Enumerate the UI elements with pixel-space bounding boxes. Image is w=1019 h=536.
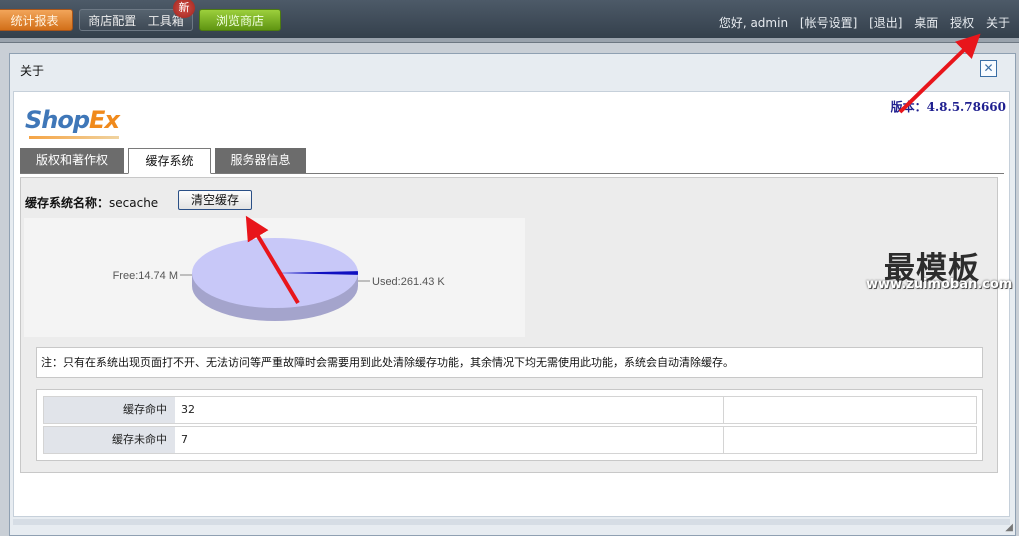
stat-value: 7 [181, 433, 188, 446]
browse-shop-button[interactable]: 浏览商店 [199, 9, 281, 31]
cache-note: 注：只有在系统出现页面打不开、无法访问等严重故障时会需要用到此处清除缓存功能，其… [36, 347, 983, 378]
stats-report-button[interactable]: 统计报表 [0, 9, 73, 31]
watermark-url: www.zuimoban.com [866, 277, 1013, 292]
cache-name-value: secache [109, 196, 159, 210]
stat-label: 缓存未命中 [44, 427, 175, 453]
pie-label-used: Used:261.43 K [372, 276, 445, 288]
top-navigation-bar: 统计报表 商店配置 工具箱 新 浏览商店 您好, admin [帐号设置] [退… [0, 0, 1019, 38]
tab-bar: 版权和著作权 缓存系统 服务器信息 [20, 148, 1004, 174]
close-icon[interactable]: ✕ [980, 60, 997, 77]
logout-link[interactable]: [退出] [869, 16, 902, 30]
pie-chart-svg: Free:14.74 M Used:261.43 K [113, 238, 445, 321]
clear-cache-button[interactable]: 清空缓存 [178, 190, 252, 210]
user-bar: 您好, admin [帐号设置] [退出] 桌面 授权 关于 [711, 14, 1010, 31]
logo-swoosh [29, 136, 119, 139]
cell-divider [723, 427, 724, 453]
logo-text-shop: Shop [25, 106, 90, 134]
about-dialog: 关于 ✕ ShopEx 版本：4.8.5.78660 版权和著作权 缓存系统 服… [9, 53, 1016, 536]
pie-label-free: Free:14.74 M [113, 270, 178, 282]
desktop-link[interactable]: 桌面 [914, 16, 938, 30]
about-link[interactable]: 关于 [986, 16, 1010, 30]
stat-value: 32 [181, 403, 195, 416]
resize-handle-icon[interactable]: ◢ [1005, 522, 1013, 533]
tab-server-info[interactable]: 服务器信息 [215, 148, 306, 173]
license-link[interactable]: 授权 [950, 16, 974, 30]
top-divider [0, 38, 1019, 43]
cache-name-row: 缓存系统名称：secache [25, 194, 158, 211]
shopex-logo: ShopEx [25, 106, 120, 139]
greeting-text: 您好, admin [718, 16, 789, 30]
version-label: 版本：4.8.5.78660 [890, 100, 1006, 114]
stat-label: 缓存命中 [44, 397, 175, 423]
shop-config-label[interactable]: 商店配置 [88, 14, 136, 28]
table-row: 缓存未命中 7 [43, 426, 977, 454]
cache-name-label: 缓存系统名称： [25, 196, 110, 210]
tab-cache-system[interactable]: 缓存系统 [128, 148, 211, 174]
cache-stats-table: 缓存命中 32 缓存未命中 7 [36, 389, 983, 461]
dialog-content: ShopEx 版本：4.8.5.78660 版权和著作权 缓存系统 服务器信息 … [13, 91, 1010, 517]
table-row: 缓存命中 32 [43, 396, 977, 424]
cache-usage-chart: Free:14.74 M Used:261.43 K [24, 218, 525, 337]
cache-panel: 缓存系统名称：secache 清空缓存 Free:14.74 M Used:26… [20, 177, 998, 473]
cell-divider [723, 397, 724, 423]
account-settings-link[interactable]: [帐号设置] [800, 16, 857, 30]
dialog-footer-bar [13, 519, 1010, 525]
logo-text-ex: Ex [89, 106, 120, 134]
tab-copyright[interactable]: 版权和著作权 [20, 148, 124, 173]
dialog-title: 关于 [20, 64, 45, 78]
